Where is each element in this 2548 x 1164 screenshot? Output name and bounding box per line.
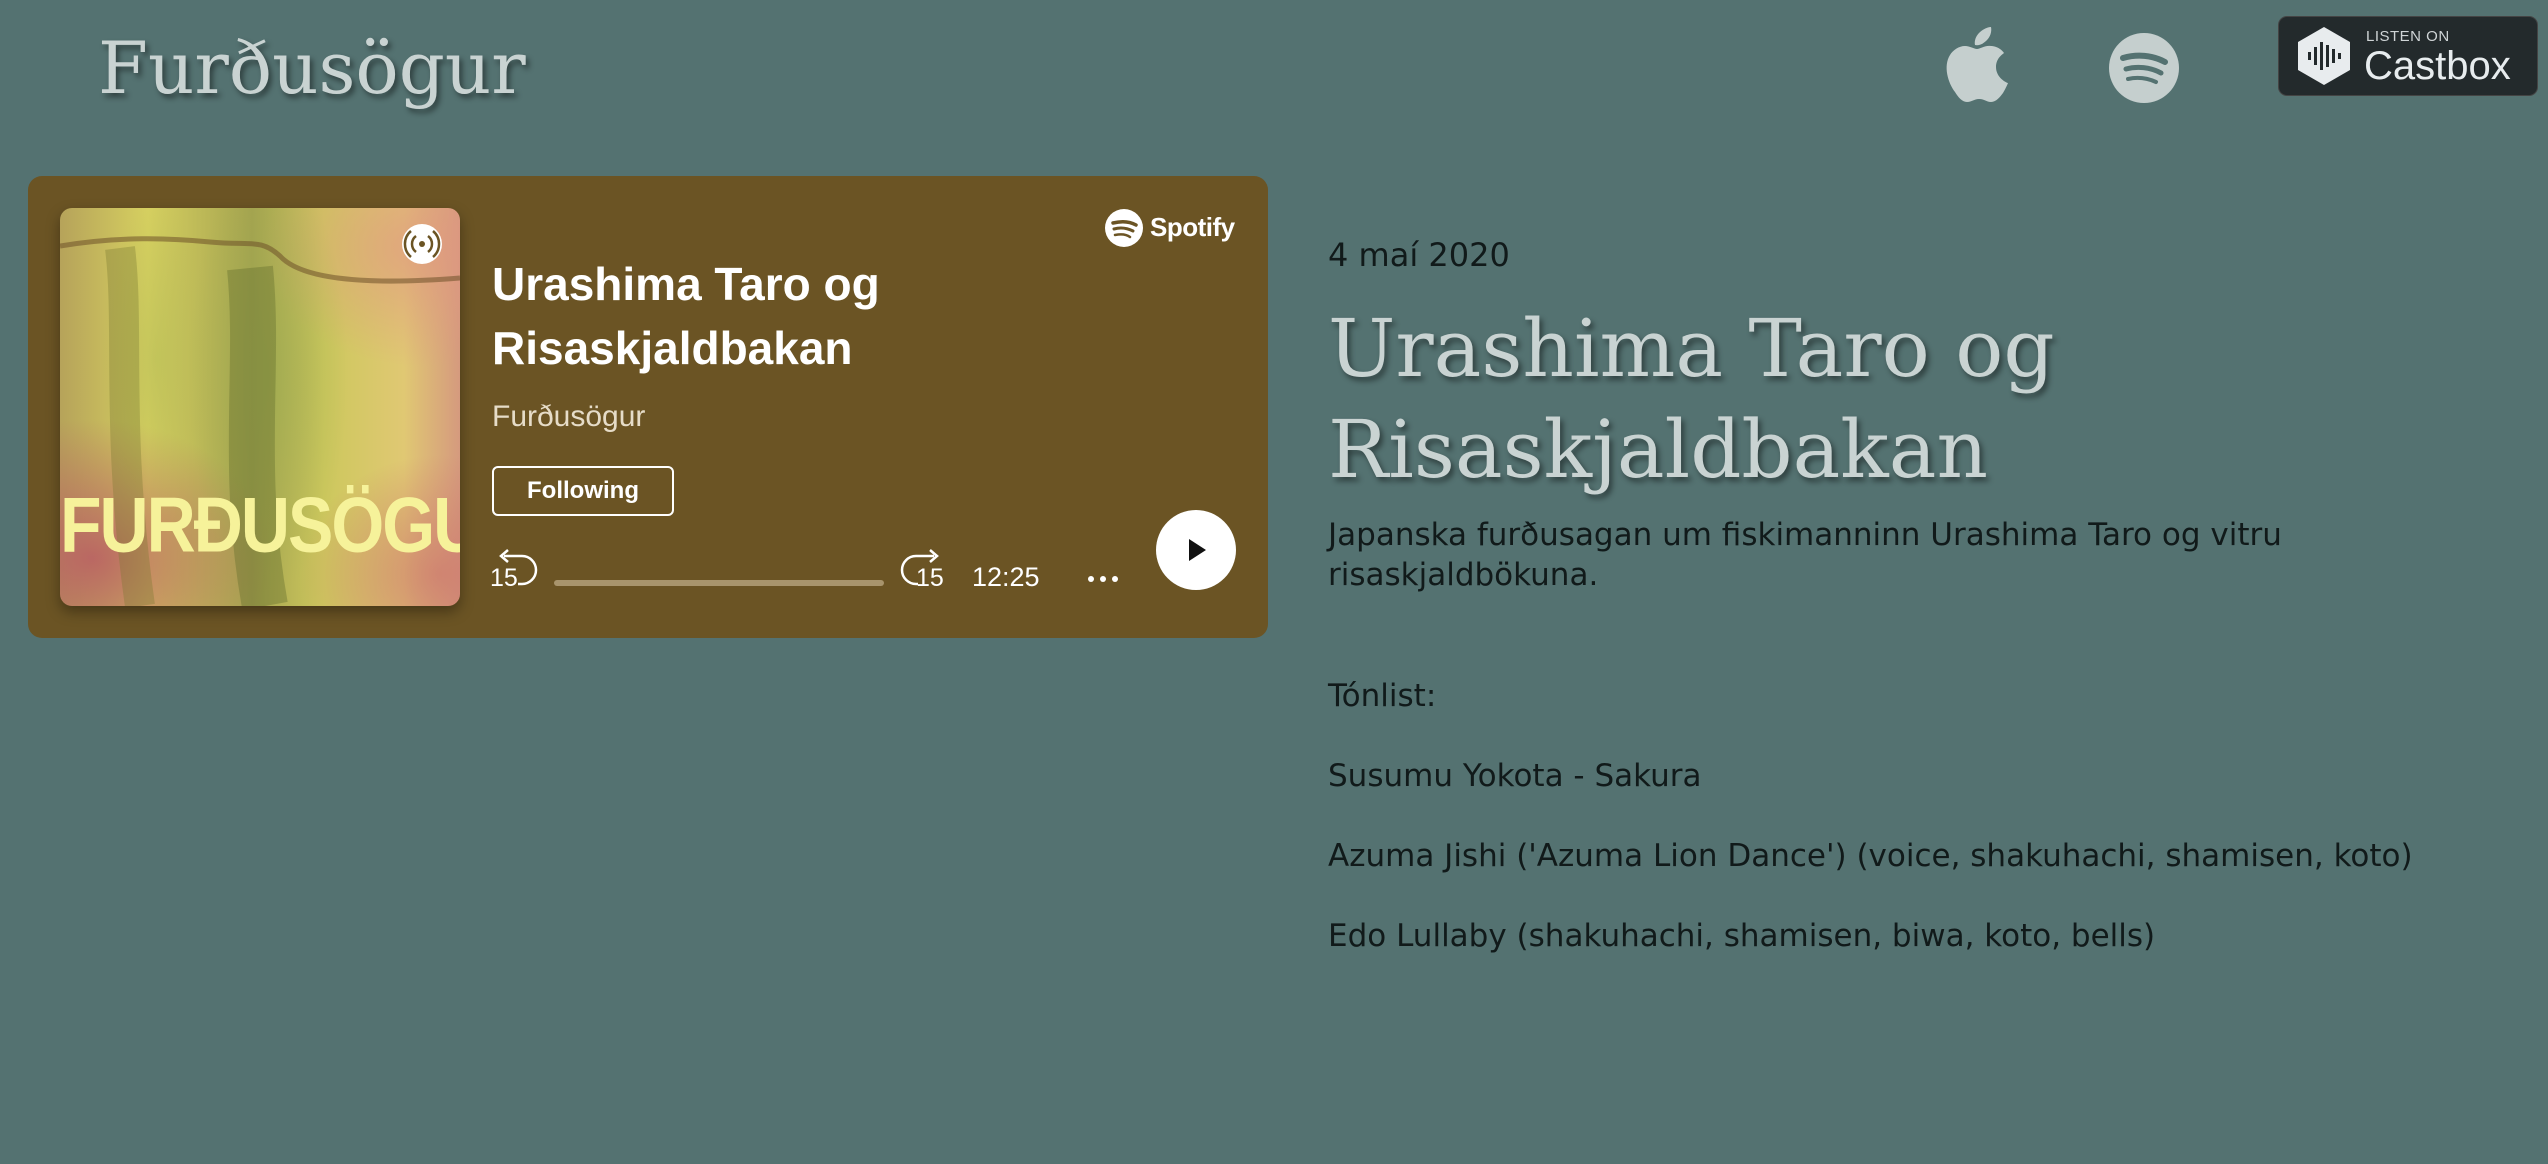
podcast-badge <box>402 224 442 264</box>
castbox-badge[interactable]: LISTEN ON Castbox <box>2279 17 2537 95</box>
site-title[interactable]: Furðusögur <box>98 18 526 118</box>
music-heading: Tónlist: <box>1328 678 1437 714</box>
play-icon <box>1189 539 1206 561</box>
more-options-button[interactable] <box>1078 554 1128 594</box>
progress-bar[interactable] <box>554 580 884 586</box>
following-button[interactable]: Following <box>492 466 674 516</box>
apple-podcasts-link[interactable] <box>1940 20 2014 110</box>
spotify-player-card: FURÐUSÖGUR Spotify Urashima Taro og Risa… <box>28 176 1268 638</box>
episode-cover-art[interactable]: FURÐUSÖGUR <box>60 208 460 606</box>
skip-forward-15-button[interactable]: 15 <box>896 548 948 594</box>
castbox-brand-label: Castbox <box>2364 44 2511 88</box>
spotify-brand-label: Spotify <box>1150 212 1235 242</box>
spotify-brand-link[interactable]: Spotify <box>1104 206 1240 250</box>
post-description: Japanska furðusagan um fiskimanninn Uras… <box>1328 517 2282 593</box>
track-item: Edo Lullaby (shakuhachi, shamisen, biwa,… <box>1328 918 2156 954</box>
podcast-icon <box>403 230 441 258</box>
castbox-logo-icon <box>2298 27 2350 85</box>
spotify-link[interactable] <box>2108 32 2180 104</box>
skip-back-label: 15 <box>490 564 518 592</box>
cover-title-text: FURÐUSÖGUR <box>60 481 460 569</box>
apple-podcasts-icon <box>1946 27 2008 102</box>
show-name[interactable]: Furðusögur <box>492 400 645 434</box>
skip-forward-label: 15 <box>916 564 944 592</box>
spotify-logo-icon <box>1105 209 1143 247</box>
skip-back-15-button[interactable]: 15 <box>490 548 542 594</box>
play-button[interactable] <box>1156 510 1236 590</box>
episode-duration: 12:25 <box>972 562 1040 592</box>
episode-title[interactable]: Urashima Taro og Risaskjaldbakan <box>492 252 992 380</box>
post-title: Urashima Taro og Risaskjaldbakan <box>1328 302 2055 496</box>
track-item: Susumu Yokota - Sakura <box>1328 758 1702 794</box>
post-date: 4 maí 2020 <box>1328 236 1510 274</box>
track-item: Azuma Jishi ('Azuma Lion Dance') (voice,… <box>1328 838 2413 874</box>
spotify-icon <box>2109 33 2179 103</box>
